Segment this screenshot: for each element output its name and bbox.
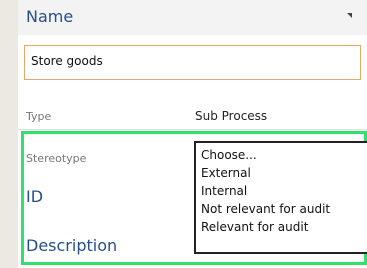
option-internal[interactable]: Internal <box>201 182 367 200</box>
option-not-relevant-for-audit[interactable]: Not relevant for audit <box>201 200 367 218</box>
type-label: Type <box>26 110 52 123</box>
name-heading: Name <box>26 7 74 26</box>
option-external[interactable]: External <box>201 164 367 182</box>
type-value: Sub Process <box>195 109 268 123</box>
expand-arrow-icon[interactable] <box>347 13 352 18</box>
stereotype-label: Stereotype <box>26 152 87 165</box>
divider <box>18 129 367 130</box>
name-section-header: Name <box>18 0 367 35</box>
description-label: Description <box>26 236 118 255</box>
option-relevant-for-audit[interactable]: Relevant for audit <box>201 218 367 236</box>
properties-panel: Name Store goods Type Sub Process Stereo… <box>18 0 367 268</box>
id-label: ID <box>26 187 44 206</box>
option-choose[interactable]: Choose... <box>201 146 367 164</box>
name-field[interactable]: Store goods <box>24 45 361 80</box>
stereotype-dropdown-list[interactable]: Choose... External Internal Not relevant… <box>194 141 367 254</box>
